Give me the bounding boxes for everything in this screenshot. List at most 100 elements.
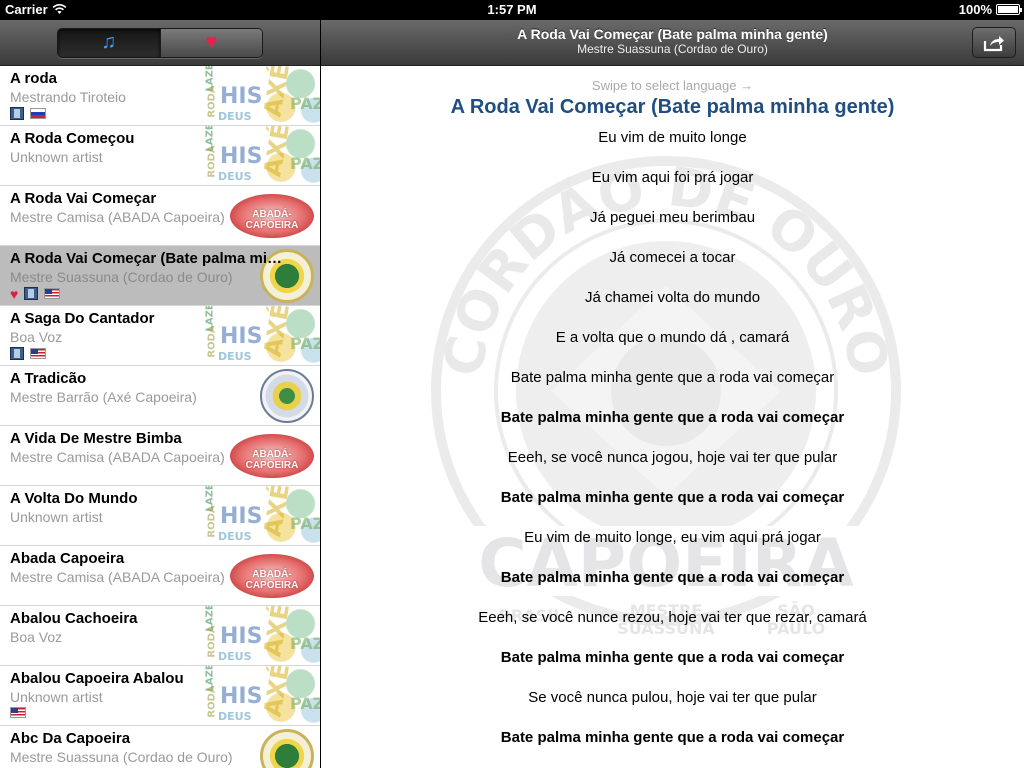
thumbnail-word: DEUS [218, 170, 252, 183]
thumbnail-word: PAZ [290, 514, 320, 533]
toolbar-song-title: A Roda Vai Começar (Bate palma minha gen… [517, 26, 828, 42]
lyrics-song-title: A Roda Vai Começar (Bate palma minha gen… [450, 96, 895, 118]
lyric-line: Eeeh, se você nunce rezou, hoje vai ter … [478, 609, 867, 626]
song-title: Abalou Capoeira Abalou [10, 670, 184, 687]
thumbnail-word: RODA [206, 685, 218, 718]
song-artist: Mestre Suassuna (Cordao de Ouro) [10, 749, 233, 765]
song-title: A roda [10, 70, 57, 87]
song-list-item[interactable]: ABADÁ-CAPOEIRA Abada Capoeira Mestre Camis… [0, 546, 320, 606]
lyric-chorus-line: Bate palma minha gente que a roda vai co… [500, 569, 845, 586]
thumbnail-word: HIS [220, 324, 263, 349]
song-artist: Mestre Camisa (ABADA Capoeira) [10, 449, 225, 465]
us-flag-icon [30, 348, 46, 359]
lyric-chorus-line: Bate palma minha gente que a roda vai co… [500, 649, 845, 666]
lyrics-toolbar: A Roda Vai Começar (Bate palma minha gen… [321, 20, 1024, 66]
song-badges [10, 107, 46, 120]
thumbnail-word: DEUS [218, 110, 252, 123]
song-title: A Saga Do Cantador [10, 310, 155, 327]
song-title: A Volta Do Mundo [10, 490, 138, 507]
song-list-item[interactable]: ABADÁ-CAPOEIRA A Roda Vai Começar Mestre C… [0, 186, 320, 246]
thumbnail-word: PAZ [290, 634, 320, 653]
thumbnail-word: HIS [220, 504, 263, 529]
song-title: Abc Da Capoeira [10, 730, 131, 747]
thumbnail-word: PAZ [290, 334, 320, 353]
thumbnail-word: RODA [206, 325, 218, 358]
lyrics-scroll-area[interactable]: CORDÃO DE OURO CAPOEIRA BRASIL MESTRE SU… [321, 66, 1024, 768]
lyric-chorus-line: Bate palma minha gente que a roda vai co… [500, 409, 845, 426]
lyric-line: Bate palma minha gente que a roda vai co… [510, 369, 835, 386]
song-list[interactable]: LAZERHISAXÉDEUSPAZRODAA rodaMestrando Ti… [0, 66, 320, 768]
list-toolbar: ♫ ♥ [0, 20, 320, 66]
us-flag-icon [10, 707, 26, 718]
song-artist: Mestre Suassuna (Cordao de Ouro) [10, 269, 233, 285]
thumbnail-word: RODA [206, 625, 218, 658]
abada-logo-label: ABADÁ-CAPOEIRA [245, 449, 299, 471]
lyric-line: Já comecei a tocar [609, 249, 736, 266]
lyric-line: Já chamei volta do mundo [584, 289, 761, 306]
thumbnail-word: RODA [206, 505, 218, 538]
tab-favorites[interactable]: ♥ [159, 28, 262, 57]
share-button[interactable] [972, 27, 1016, 58]
lyric-line: Se você nunca pulou, hoje vai ter que pu… [528, 689, 817, 706]
song-artist: Mestre Camisa (ABADA Capoeira) [10, 209, 225, 225]
thumbnail-word: PAZ [290, 94, 320, 113]
lyric-line: Eeeh, se você nunca jogou, hoje vai ter … [507, 449, 838, 466]
thumbnail-word: HIS [220, 684, 263, 709]
thumbnail-word: PAZ [290, 154, 320, 173]
lyric-line: Já peguei meu berimbau [589, 209, 756, 226]
song-title: A Roda Vai Começar [10, 190, 157, 207]
share-icon [983, 35, 1004, 51]
song-list-item[interactable]: LAZERHISAXÉDEUSPAZRODAAbalou CachoeiraBo… [0, 606, 320, 666]
song-list-item[interactable]: A Roda Vai Começar (Bate palma minha gen… [0, 246, 320, 306]
tab-all-songs[interactable]: ♫ [58, 28, 160, 57]
lyric-line: Eu vim de muito longe [598, 129, 747, 146]
song-artist: Boa Voz [10, 329, 63, 345]
song-list-item[interactable]: LAZERHISAXÉDEUSPAZRODAA Volta Do MundoUn… [0, 486, 320, 546]
battery-group: 100% [959, 2, 1022, 17]
russian-flag-icon [30, 108, 46, 119]
status-time: 1:57 PM [487, 2, 537, 17]
abada-logo-label: ABADÁ-CAPOEIRA [245, 209, 299, 231]
song-title: A Tradicão [10, 370, 87, 387]
song-title: A Roda Começou [10, 130, 135, 147]
thumbnail-word: HIS [220, 624, 263, 649]
watermark-top-text: CORDÃO DE OURO [431, 155, 901, 381]
song-artist: Mestrando Tiroteio [10, 89, 126, 105]
lyrics-pane: A Roda Vai Começar (Bate palma minha gen… [321, 20, 1024, 768]
thumbnail-word: RODA [206, 145, 218, 178]
thumbnail-word: HIS [220, 84, 263, 109]
song-artist: Mestre Camisa (ABADA Capoeira) [10, 569, 225, 585]
song-artist: Unknown artist [10, 689, 103, 705]
thumbnail-word: DEUS [218, 650, 252, 663]
abada-logo-label: ABADÁ-CAPOEIRA [245, 569, 299, 591]
song-list-item[interactable]: LAZERHISAXÉDEUSPAZRODAA rodaMestrando Ti… [0, 66, 320, 126]
thumbnail-word: DEUS [218, 530, 252, 543]
song-list-item[interactable]: LAZERHISAXÉDEUSPAZRODAAbalou Capoeira Ab… [0, 666, 320, 726]
song-list-item[interactable]: ABADÁ-CAPOEIRA A Vida De Mestre Bimba Mest… [0, 426, 320, 486]
lyric-chorus-line: Bate palma minha gente que a roda vai co… [500, 729, 845, 746]
song-artist: Unknown artist [10, 509, 103, 525]
song-title: A Vida De Mestre Bimba [10, 430, 182, 447]
song-list-item[interactable]: LAZERHISAXÉDEUSPAZRODAA Saga Do Cantador… [0, 306, 320, 366]
song-list-item[interactable]: LAZERHISAXÉDEUSPAZRODAA Roda ComeçouUnkn… [0, 126, 320, 186]
filter-segmented-control[interactable]: ♫ ♥ [57, 27, 263, 58]
song-title: Abada Capoeira [10, 550, 125, 567]
music-note-icon: ♫ [101, 31, 117, 53]
song-badges [10, 707, 26, 718]
heart-icon: ♥ [205, 31, 218, 53]
thumbnail-word: RODA [206, 85, 218, 118]
song-badges: ♥ [10, 287, 61, 301]
lyric-line: Eu vim de muito longe, eu vim aqui prá j… [524, 529, 821, 546]
thumbnail-word: HIS [220, 144, 263, 169]
us-flag-icon [44, 288, 61, 299]
lyric-chorus-line: Bate palma minha gente que a roda vai co… [500, 489, 845, 506]
song-list-item[interactable]: Abc Da Capoeira Mestre Suassuna (Cordao d… [0, 726, 320, 768]
song-list-item[interactable]: A Tradicão Mestre Barrão (Axé Capoeira) [0, 366, 320, 426]
video-icon [24, 287, 39, 300]
video-icon [10, 107, 24, 120]
song-title: A Roda Vai Começar (Bate palma minha gen… [10, 250, 290, 267]
lyric-line: E a volta que o mundo dá , camará [555, 329, 790, 346]
song-title: Abalou Cachoeira [10, 610, 138, 627]
lyric-line: Eu vim aqui foi prá jogar [591, 169, 754, 186]
song-artist: Mestre Barrão (Axé Capoeira) [10, 389, 197, 405]
